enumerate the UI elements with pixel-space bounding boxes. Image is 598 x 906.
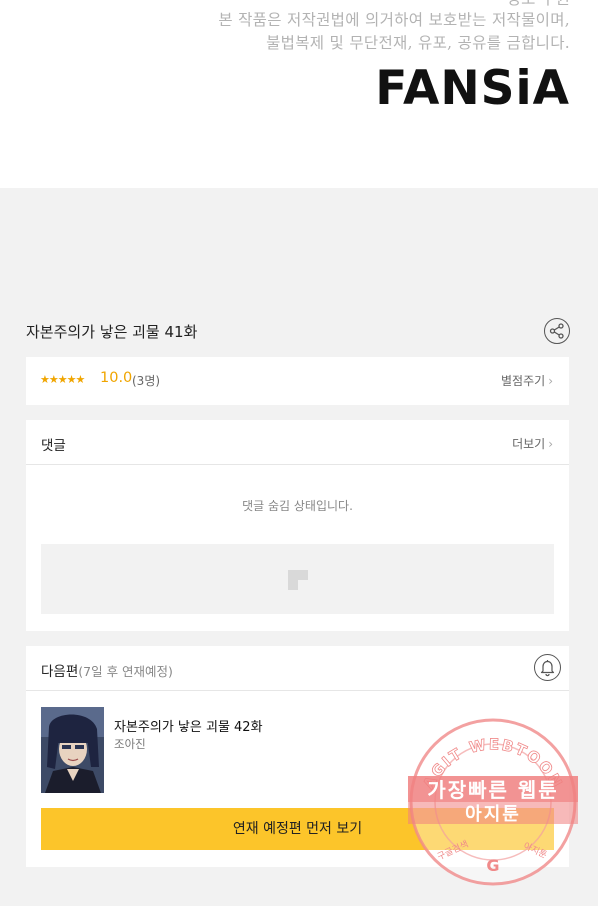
- copyright-notice-section: 정보 구권 본 작품은 저작권법에 의거하여 보호받는 저작물이며, 불법복제 …: [0, 0, 598, 188]
- rating-stars: ★★★★★: [40, 373, 85, 386]
- comments-more-button[interactable]: 더보기 ›: [512, 435, 553, 452]
- rate-button[interactable]: 별점주기 ›: [501, 372, 553, 389]
- preview-next-episode-button[interactable]: 연재 예정편 먼저 보기: [41, 808, 554, 850]
- thumbnail-illustration: [41, 707, 104, 793]
- next-episode-schedule: (7일 후 연재예정): [78, 664, 173, 679]
- episode-title: 자본주의가 낳은 괴물 41화: [26, 323, 198, 341]
- chevron-right-icon: ›: [548, 374, 553, 388]
- comments-hidden-message: 댓글 숨김 상태입니다.: [242, 499, 353, 513]
- next-episode-author: 조아진: [114, 737, 146, 751]
- chevron-right-icon: ›: [548, 437, 553, 451]
- comments-more-label: 더보기: [512, 437, 546, 451]
- next-episode-header: 다음편(7일 후 연재예정): [26, 646, 569, 691]
- next-episode-thumbnail[interactable]: [41, 707, 104, 793]
- next-episode-card: 다음편(7일 후 연재예정) 자본주의가 낳은 괴물 42화 조아진 연재 예정…: [26, 646, 569, 867]
- ad-placeholder[interactable]: [41, 544, 554, 614]
- bell-icon: [540, 660, 555, 677]
- notify-button[interactable]: [534, 654, 561, 681]
- rating-score: 10.0: [100, 370, 133, 386]
- comments-title: 댓글: [41, 438, 66, 454]
- ad-image-icon: [288, 570, 308, 590]
- notice-line: 본 작품은 저작권법에 의거하여 보호받는 저작물이며,: [218, 11, 570, 29]
- fansia-logo: FANSiA: [375, 61, 570, 116]
- rating-count: (3명): [132, 374, 161, 388]
- next-episode-heading: 다음편(7일 후 연재예정): [41, 660, 173, 680]
- episode-title-row: 자본주의가 낳은 괴물 41화: [26, 316, 572, 346]
- rate-button-label: 별점주기: [501, 374, 546, 388]
- comments-card: 댓글 더보기 › 댓글 숨김 상태입니다.: [26, 420, 569, 631]
- next-episode-title: 자본주의가 낳은 괴물 42화: [114, 720, 263, 735]
- share-icon: [549, 323, 564, 339]
- comments-header: 댓글 더보기 ›: [26, 420, 569, 465]
- next-episode-label: 다음편: [41, 664, 79, 680]
- notice-line: 불법복제 및 무단전재, 유포, 공유를 금합니다.: [266, 34, 570, 52]
- share-button[interactable]: [544, 318, 570, 344]
- rating-card: ★★★★★ 10.0 (3명) 별점주기 ›: [26, 357, 569, 405]
